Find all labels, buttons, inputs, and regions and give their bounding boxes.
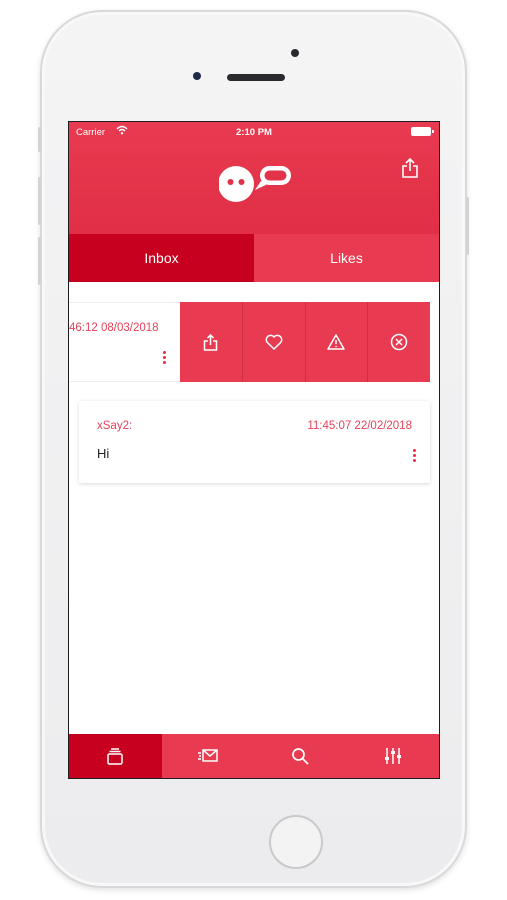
proximity-sensor: [193, 72, 201, 80]
volume-down-button: [38, 237, 41, 285]
more-options-icon[interactable]: [163, 351, 166, 364]
app-header: Carrier 2:10 PM: [69, 122, 439, 234]
share-icon: [204, 333, 218, 351]
volume-up-button: [38, 177, 41, 225]
front-camera: [291, 49, 299, 57]
search-icon: [292, 748, 309, 765]
message-text: Hi: [97, 446, 110, 461]
nav-search[interactable]: [254, 734, 347, 778]
warning-icon: [327, 334, 346, 350]
status-bar: Carrier 2:10 PM: [69, 122, 439, 142]
more-options-icon[interactable]: [413, 449, 416, 462]
message-timestamp: 46:12 08/03/2018: [69, 322, 159, 334]
power-button: [466, 197, 469, 255]
message-card[interactable]: xSay2: 11:45:07 22/02/2018 Hi: [79, 401, 430, 483]
message-actions: [180, 302, 430, 382]
close-circle-icon: [390, 333, 408, 351]
battery-icon: [411, 127, 434, 136]
sliders-icon: [384, 748, 401, 764]
delete-action-button[interactable]: [368, 302, 430, 382]
compose-message-icon: [197, 749, 218, 762]
like-action-button[interactable]: [242, 302, 306, 382]
heart-icon: [265, 334, 283, 350]
inbox-tray-icon: [107, 748, 123, 765]
app-logo-icon: [219, 166, 291, 202]
nav-compose[interactable]: [161, 734, 254, 778]
earpiece-speaker: [227, 74, 285, 81]
home-button[interactable]: [269, 815, 323, 869]
report-action-button[interactable]: [305, 302, 369, 382]
share-icon[interactable]: [401, 158, 419, 178]
tab-likes[interactable]: Likes: [254, 234, 439, 282]
bottom-nav: [69, 734, 439, 778]
mute-switch: [38, 127, 41, 152]
tab-bar: Inbox Likes: [69, 234, 439, 282]
status-time: 2:10 PM: [236, 127, 272, 138]
message-sender: xSay2:: [97, 420, 133, 432]
message-timestamp: 11:45:07 22/02/2018: [307, 420, 412, 432]
nav-settings[interactable]: [346, 734, 439, 778]
nav-inbox[interactable]: [69, 734, 162, 778]
share-action-button[interactable]: [180, 302, 243, 382]
tab-inbox[interactable]: Inbox: [69, 234, 254, 282]
app-screen: Carrier 2:10 PM Inbox Likes 46:12 08/03/…: [68, 121, 440, 779]
message-card-swiped[interactable]: 46:12 08/03/2018: [69, 302, 180, 382]
